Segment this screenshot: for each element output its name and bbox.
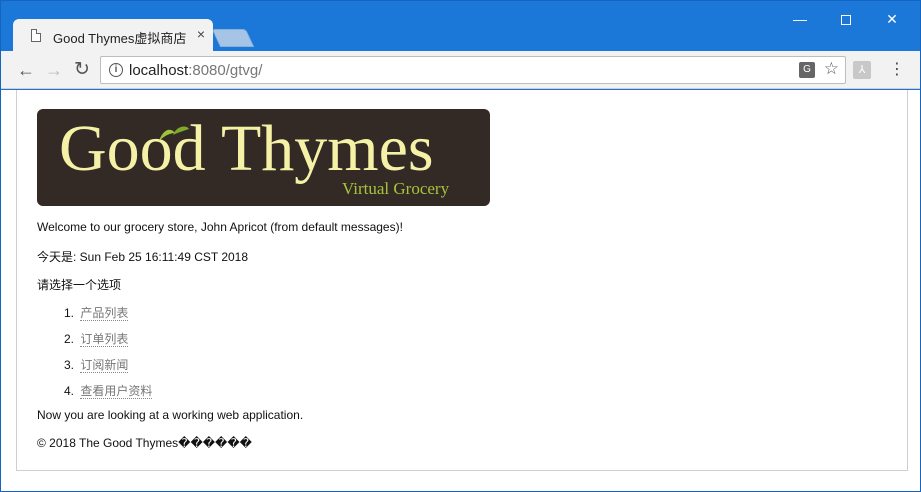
reload-icon[interactable]: ↻ [71,59,93,81]
logo-subtitle: Virtual Grocery [342,179,450,198]
list-number: 3. [64,358,75,372]
logo-main-text: Good Thymes [59,112,434,185]
options-list: 1. 产品列表 2. 订单列表 3. 订阅新闻 4. 查看用户资料 [64,304,153,408]
footer-text: © 2018 The Good Thymes������ [37,436,252,450]
subscribe-link[interactable]: 订阅新闻 [80,358,129,373]
tab-close-icon[interactable]: × [197,26,205,42]
forward-arrow-icon[interactable]: → [43,59,65,81]
translate-icon[interactable]: G [799,62,815,78]
list-item: 2. 订单列表 [64,330,152,356]
close-button[interactable]: ✕ [869,9,915,29]
leaf-icon [159,126,189,141]
maximize-icon [841,15,851,26]
list-number: 1. [64,306,75,320]
list-number: 4. [64,384,75,398]
tab-title: Good Thymes虚拟商店 [53,31,187,46]
user-profile-link[interactable]: 查看用户资料 [80,384,153,399]
date-text: 今天是: Sun Feb 25 16:11:49 CST 2018 [37,250,249,264]
list-item: 3. 订阅新闻 [64,356,152,382]
product-list-link[interactable]: 产品列表 [80,306,129,321]
maximize-button[interactable] [823,9,869,29]
welcome-message: Welcome to our grocery store, John Apric… [37,220,403,234]
back-arrow-icon[interactable]: ← [15,59,37,81]
browser-window: Good Thymes虚拟商店 × — ✕ ← → ↻ i localhost:… [0,0,921,492]
page-viewport: Good Thymes Virtual Grocery Welcome to o… [1,90,920,491]
minimize-button[interactable]: — [777,9,823,29]
good-thymes-logo: Good Thymes Virtual Grocery [37,109,490,206]
address-bar[interactable]: i localhost:8080/gtvg/ G ☆ [100,56,846,84]
page-container: Good Thymes Virtual Grocery Welcome to o… [16,90,908,471]
list-item: 4. 查看用户资料 [64,382,153,408]
choose-option-text: 请选择一个选项 [37,278,122,292]
title-bar: Good Thymes虚拟商店 × — ✕ [1,1,920,51]
new-tab-button[interactable] [211,29,255,47]
url-host: localhost [129,62,189,79]
browser-tab[interactable]: Good Thymes虚拟商店 × [13,19,213,51]
browser-toolbar: ← → ↻ i localhost:8080/gtvg/ G ☆ ⅄ ⋮ [1,51,920,89]
working-app-text: Now you are looking at a working web app… [37,408,304,422]
bookmark-star-icon[interactable]: ☆ [824,59,839,79]
more-menu-icon[interactable]: ⋮ [889,60,905,80]
page-icon [31,29,41,42]
order-list-link[interactable]: 订单列表 [80,332,129,347]
url-path: :8080/gtvg/ [188,62,263,79]
info-icon[interactable]: i [109,63,123,77]
list-number: 2. [64,332,75,346]
pdf-extension-icon[interactable]: ⅄ [853,61,871,79]
url-text: localhost:8080/gtvg/ [129,62,262,79]
list-item: 1. 产品列表 [64,304,152,330]
